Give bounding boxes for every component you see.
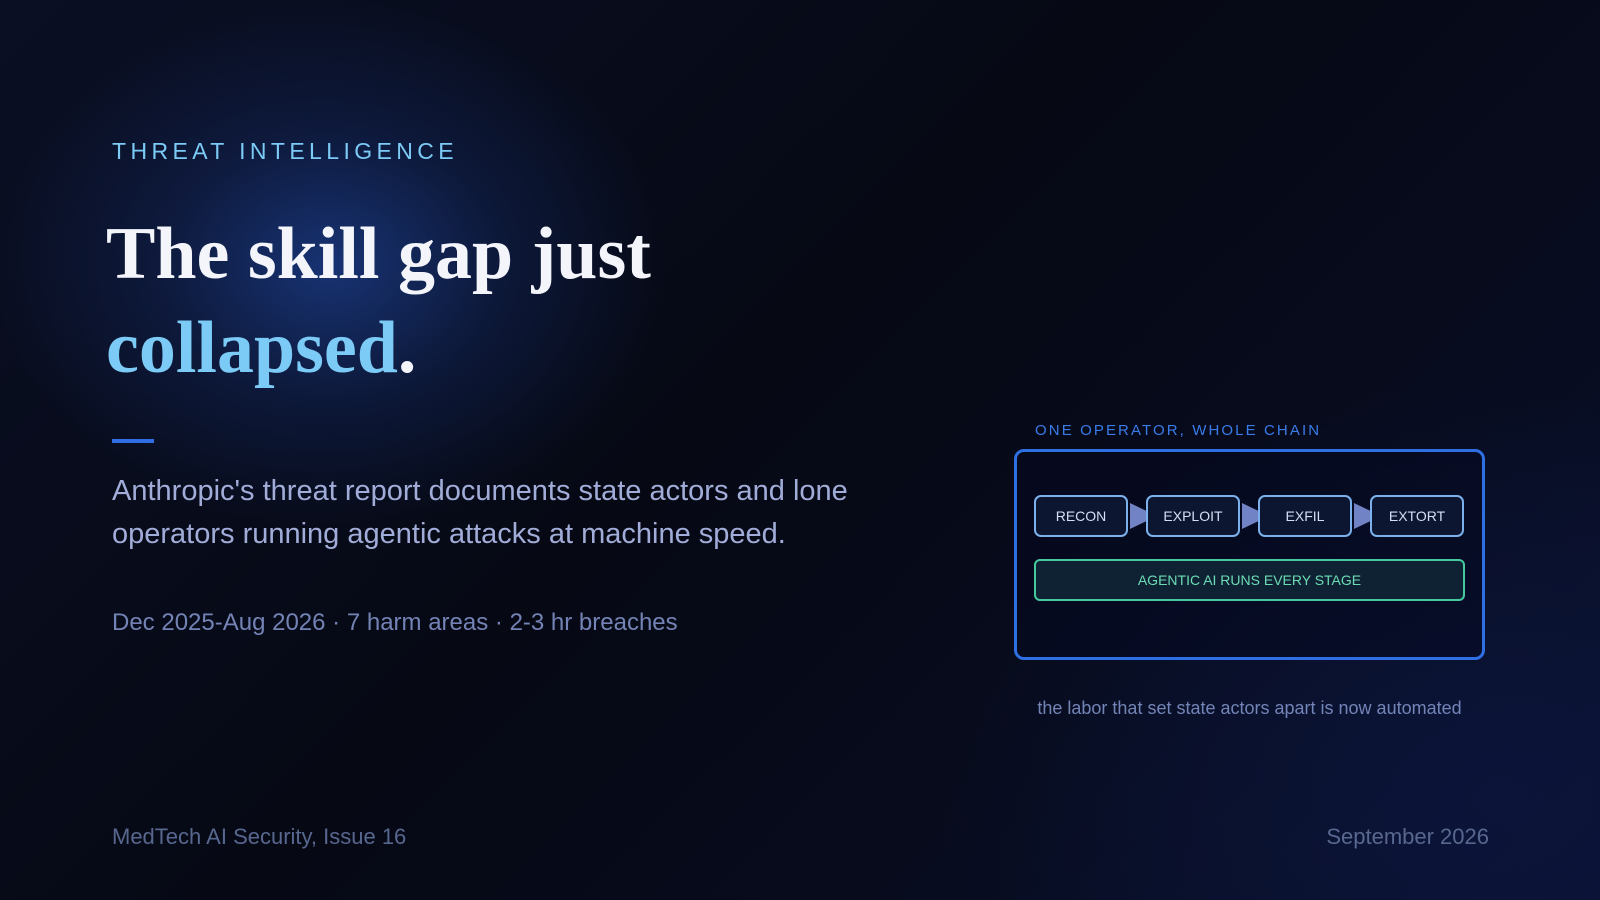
headline-line-2: collapsed. (106, 301, 651, 395)
description-text: Anthropic's threat report documents stat… (112, 475, 848, 550)
meta-separator: · (488, 609, 510, 636)
meta-harm-areas: 7 harm areas (346, 609, 489, 636)
accent-divider (112, 439, 154, 443)
title-slide: THREAT INTELLIGENCE The skill gap just c… (0, 0, 1600, 900)
diagram-caption: the labor that set state actors apart is… (1037, 698, 1462, 718)
meta-separator: · (325, 609, 347, 636)
eyebrow-label: THREAT INTELLIGENCE (112, 138, 459, 164)
agentic-ai-bar: AGENTIC AI RUNS EVERY STAGE (1034, 559, 1465, 601)
attack-chain-diagram (1014, 449, 1485, 660)
meta-stats: Dec 2025-Aug 2026 · 7 harm areas · 2-3 h… (112, 609, 678, 637)
stage-recon: RECON (1034, 495, 1128, 537)
footer-publication: MedTech AI Security, Issue 16 (112, 824, 407, 849)
stage-extort: EXTORT (1370, 495, 1464, 537)
headline-period: . (397, 307, 417, 389)
stage-exploit: EXPLOIT (1146, 495, 1240, 537)
headline-accent-word: collapsed (106, 307, 398, 389)
headline: The skill gap just collapsed. (106, 207, 651, 395)
meta-period: Dec 2025-Aug 2026 (112, 609, 326, 636)
stage-exfil: EXFIL (1258, 495, 1352, 537)
diagram-label: ONE OPERATOR, WHOLE CHAIN (1035, 422, 1322, 439)
meta-breach-time: 2-3 hr breaches (509, 609, 678, 636)
headline-line-1: The skill gap just (106, 213, 651, 295)
footer-date: September 2026 (1326, 824, 1489, 849)
